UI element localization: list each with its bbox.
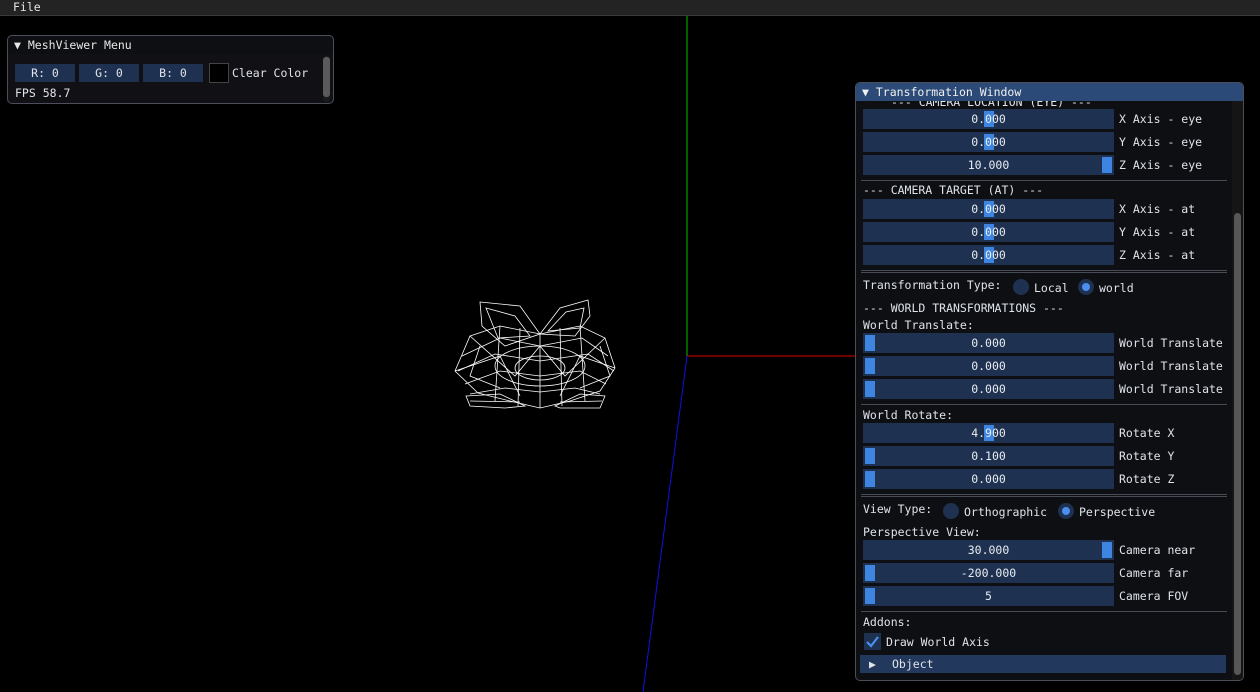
slider-label: Camera FOV xyxy=(1119,589,1189,603)
slider-value: 5 xyxy=(985,589,992,603)
eye-slider[interactable]: 0.000 xyxy=(863,109,1114,129)
camera-target-header: --- CAMERA TARGET (AT) --- xyxy=(863,183,1044,197)
draw-world-axis-label[interactable]: Draw World Axis xyxy=(886,635,990,649)
slider-label: World Translate xyxy=(1119,336,1223,350)
slider-value: 0.000 xyxy=(971,225,1006,239)
world-translate-slider[interactable]: 0.000 xyxy=(863,379,1114,399)
fps-readout: FPS 58.7 xyxy=(15,86,71,100)
transformation-title-bar[interactable]: ▼ Transformation Window xyxy=(856,83,1243,101)
green-input[interactable]: G: 0 xyxy=(79,64,139,82)
slider-label: Z Axis - eye xyxy=(1119,158,1203,172)
slider-label: World Translate xyxy=(1119,382,1223,396)
meshviewer-title: MeshViewer Menu xyxy=(27,38,132,52)
clear-color-label: Clear Color xyxy=(232,66,309,80)
world-translate-slider[interactable]: 0.000 xyxy=(863,333,1114,353)
slider-label: Rotate Y xyxy=(1119,449,1175,463)
orthographic-radio[interactable] xyxy=(943,503,959,519)
slider-value: 0.100 xyxy=(971,449,1006,463)
slider-value: 0.000 xyxy=(971,382,1006,396)
slider-label: Y Axis - at xyxy=(1119,225,1196,239)
world-translate-slider[interactable]: 0.000 xyxy=(863,356,1114,376)
file-menu[interactable]: File xyxy=(13,0,41,15)
slider-label: Camera far xyxy=(1119,566,1189,580)
slider-value: 0.000 xyxy=(971,112,1006,126)
world-translate-label: World Translate: xyxy=(863,318,974,332)
color-swatch[interactable] xyxy=(209,63,229,83)
eye-slider[interactable]: 0.000 xyxy=(863,132,1114,152)
slider-value: 0.000 xyxy=(971,202,1006,216)
object-label: Object xyxy=(892,657,934,671)
transformation-window[interactable]: ▼ Transformation Window --- CAMERA LOCAT… xyxy=(855,82,1244,681)
camera-location-header: --- CAMERA LOCATION (EYE) --- xyxy=(891,101,1092,109)
meshviewer-title-bar[interactable]: ▼ MeshViewer Menu xyxy=(8,36,333,54)
slider-label: Camera near xyxy=(1119,543,1196,557)
slider-value: 0.000 xyxy=(971,248,1006,262)
z-axis-line xyxy=(642,355,688,692)
slider-value: -200.000 xyxy=(960,566,1017,580)
eye-slider[interactable]: 10.000 xyxy=(863,155,1114,175)
slider-label: World Translate xyxy=(1119,359,1223,373)
world-radio[interactable] xyxy=(1078,279,1094,295)
rotate-slider[interactable]: 0.000 xyxy=(863,469,1114,489)
slider-label: X Axis - eye xyxy=(1119,112,1203,126)
slider-label: Y Axis - eye xyxy=(1119,135,1203,149)
at-slider[interactable]: 0.000 xyxy=(863,245,1114,265)
perspective-slider[interactable]: 5 xyxy=(863,586,1114,606)
perspective-label[interactable]: Perspective xyxy=(1079,505,1155,519)
transformation-content: --- CAMERA LOCATION (EYE) --- 0.000 X Axi… xyxy=(856,101,1243,680)
rotate-slider[interactable]: 4.900 xyxy=(863,423,1114,443)
slider-label: Rotate X xyxy=(1119,426,1175,440)
scrollbar-thumb[interactable] xyxy=(323,57,330,97)
collapse-arrow-icon[interactable]: ▼ xyxy=(14,38,21,52)
meshviewer-window[interactable]: ▼ MeshViewer Menu R: 0 G: 0 B: 0 Clear C… xyxy=(7,35,334,104)
meshviewer-scrollbar[interactable] xyxy=(323,56,330,102)
slider-label: Rotate Z xyxy=(1119,472,1175,486)
addons-label: Addons: xyxy=(863,615,912,629)
perspective-view-label: Perspective View: xyxy=(863,525,981,539)
red-input[interactable]: R: 0 xyxy=(15,64,75,82)
slider-value: 30.000 xyxy=(967,543,1010,557)
world-label[interactable]: world xyxy=(1099,281,1134,295)
menu-bar: File xyxy=(0,0,1260,16)
at-slider[interactable]: 0.000 xyxy=(863,199,1114,219)
expand-arrow-icon[interactable]: ▶ xyxy=(869,657,876,671)
scrollbar-thumb[interactable] xyxy=(1234,213,1241,675)
wireframe-mesh xyxy=(454,299,616,409)
rotate-slider[interactable]: 0.100 xyxy=(863,446,1114,466)
slider-value: 10.000 xyxy=(967,158,1010,172)
slider-value: 0.000 xyxy=(971,135,1006,149)
perspective-radio[interactable] xyxy=(1058,503,1074,519)
slider-value: 4.900 xyxy=(971,426,1006,440)
world-rotate-label: World Rotate: xyxy=(863,408,954,422)
slider-label: Z Axis - at xyxy=(1119,248,1196,262)
perspective-slider[interactable]: 30.000 xyxy=(863,540,1114,560)
slider-value: 0.000 xyxy=(971,336,1006,350)
slider-value: 0.000 xyxy=(971,359,1006,373)
blue-input[interactable]: B: 0 xyxy=(143,64,203,82)
view-type-label: View Type: xyxy=(863,502,933,516)
checkmark-icon xyxy=(866,636,879,648)
local-radio[interactable] xyxy=(1013,279,1029,295)
slider-label: X Axis - at xyxy=(1119,202,1196,216)
collapse-arrow-icon[interactable]: ▼ xyxy=(862,85,869,99)
transformation-title: Transformation Window xyxy=(875,85,1022,99)
separator xyxy=(861,270,1227,273)
object-collapsing-header[interactable]: ▶ Object xyxy=(860,655,1226,673)
orthographic-label[interactable]: Orthographic xyxy=(964,505,1047,519)
separator xyxy=(861,180,1227,181)
separator xyxy=(861,404,1227,405)
at-slider[interactable]: 0.000 xyxy=(863,222,1114,242)
local-label[interactable]: Local xyxy=(1034,281,1069,295)
slider-value: 0.000 xyxy=(971,472,1006,486)
transformation-scrollbar[interactable] xyxy=(1232,101,1243,680)
world-transformations-header: --- WORLD TRANSFORMATIONS --- xyxy=(863,301,1064,315)
separator xyxy=(861,611,1227,612)
transformation-type-label: Transformation Type: xyxy=(863,278,1002,292)
separator xyxy=(861,494,1227,497)
draw-world-axis-checkbox[interactable] xyxy=(864,633,881,650)
perspective-slider[interactable]: -200.000 xyxy=(863,563,1114,583)
